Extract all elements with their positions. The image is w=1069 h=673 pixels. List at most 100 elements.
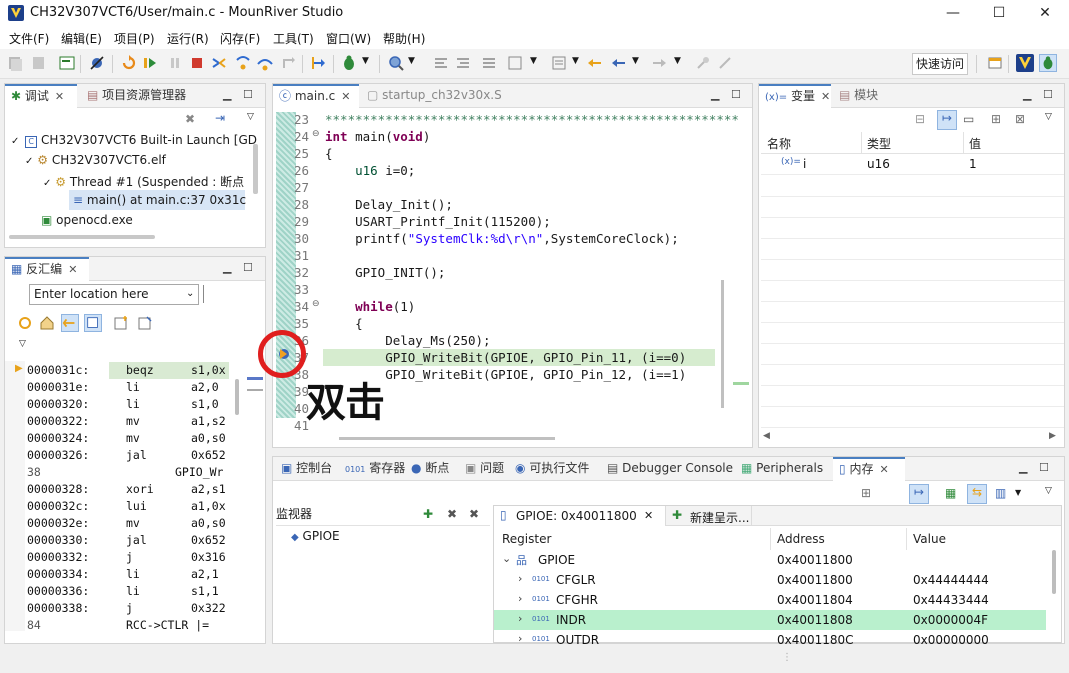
code-line[interactable]: int main(void)	[325, 129, 430, 144]
column-value[interactable]: 值	[969, 135, 981, 152]
close-tab-icon[interactable]: ✕	[821, 90, 830, 103]
memory-scrollbar[interactable]	[1052, 550, 1056, 594]
column-register[interactable]: Register	[502, 532, 551, 546]
new-view-icon[interactable]: ⊞	[991, 112, 1001, 126]
new-view-icon[interactable]	[113, 315, 129, 331]
table-layout-icon[interactable]: ▦	[945, 486, 956, 500]
register-row[interactable]: › 0101 CFGHR 0x40011804 0x44433444	[494, 590, 1046, 610]
close-tab-icon[interactable]: ✕	[644, 509, 653, 522]
disconnect-icon[interactable]	[210, 54, 228, 72]
code-line[interactable]: USART_Printf_Init(115200);	[325, 214, 551, 229]
minimize-view-icon[interactable]: ▁	[223, 261, 231, 274]
register-row[interactable]: › 0101 OUTDR 0x4001180C 0x00000000	[494, 630, 1046, 650]
code-line[interactable]: Delay_Init();	[325, 197, 453, 212]
tab-modules[interactable]: ▤ 模块	[833, 84, 903, 108]
disassembly-row[interactable]: 00000336: li s1,1	[5, 582, 233, 599]
close-tab-icon[interactable]: ✕	[341, 90, 350, 103]
format-icon[interactable]	[506, 54, 524, 72]
add-monitor-icon[interactable]: ✚	[423, 507, 433, 521]
disassembly-row[interactable]: 38 GPIO_Wr	[5, 463, 233, 480]
disassembly-row[interactable]: 00000324: mv a0,s0	[5, 429, 233, 446]
register-value[interactable]: 0x44433444	[913, 593, 989, 607]
breakpoint-icon[interactable]	[276, 346, 292, 362]
tree-item-openocd[interactable]: ▣ openocd.exe	[41, 213, 133, 227]
editor-horizontal-scrollbar[interactable]	[339, 437, 555, 440]
new-view-icon[interactable]: ⊞	[861, 486, 871, 500]
maximize-view-icon[interactable]: ☐	[243, 261, 253, 274]
back-dropdown-icon[interactable]: ▼	[632, 56, 639, 66]
close-button[interactable]: ✕	[1022, 0, 1068, 27]
skip-breakpoints-icon[interactable]	[88, 54, 106, 72]
tab-startup[interactable]: ▢ startup_ch32v30x.S	[361, 84, 511, 108]
disassembly-row[interactable]: 0000031e: li a2,0	[5, 378, 233, 395]
toggle-mark-icon[interactable]	[480, 54, 498, 72]
tab-peripherals[interactable]: ▦ Peripherals	[735, 457, 823, 481]
copy-icon[interactable]	[30, 54, 48, 72]
chevron-down-icon[interactable]: ⌄	[502, 552, 511, 565]
disassembly-row[interactable]: 00000326: jal 0x652	[5, 446, 233, 463]
maximize-view-icon[interactable]: ☐	[1043, 88, 1053, 101]
register-value[interactable]: 0x44444444	[913, 573, 989, 587]
disassembly-row[interactable]: 00000334: li a2,1	[5, 565, 233, 582]
code-line[interactable]: ****************************************…	[325, 112, 739, 127]
step-return-icon[interactable]	[280, 54, 298, 72]
debug-icon[interactable]	[340, 54, 358, 72]
disassembly-row[interactable]: 00000320: li s1,0	[5, 395, 233, 412]
restart-icon[interactable]	[120, 54, 138, 72]
collapse-all-icon[interactable]: ⊟	[915, 112, 925, 126]
menu-project[interactable]: 项目(P)	[114, 30, 155, 47]
maximize-view-icon[interactable]: ☐	[731, 88, 741, 101]
layout-dropdown-icon[interactable]: ▼	[1015, 488, 1021, 497]
suspend-icon[interactable]	[166, 54, 184, 72]
chevron-right-icon[interactable]: ›	[518, 572, 522, 585]
horizontal-scrollbar[interactable]	[9, 235, 155, 239]
disassembly-row[interactable]: 00000322: mv a1,s2	[5, 412, 233, 429]
monitor-item[interactable]: ◆ GPIOE	[291, 529, 340, 543]
location-combo[interactable]: Enter location here ⌄	[29, 284, 199, 305]
show-source-icon[interactable]	[84, 314, 102, 332]
terminate-icon[interactable]	[188, 54, 206, 72]
tab-disassembly[interactable]: ▦ 反汇编 ✕	[5, 257, 89, 281]
step-filter-icon[interactable]: ⇥	[215, 111, 225, 125]
pin-view-icon[interactable]: ⊠	[1015, 112, 1025, 126]
rendering-tab[interactable]: ▯ GPIOE: 0x40011800 ✕	[494, 506, 666, 526]
code-line[interactable]: while(1)	[325, 299, 415, 314]
tree-item-thread[interactable]: ✓ ⚙ Thread #1 (Suspended : 断点	[43, 173, 244, 190]
debug-dropdown-icon[interactable]: ▼	[362, 56, 369, 66]
close-tab-icon[interactable]: ✕	[879, 463, 888, 476]
maximize-view-icon[interactable]: ☐	[1039, 461, 1049, 474]
close-tab-icon[interactable]: ✕	[55, 90, 64, 103]
close-tab-icon[interactable]: ✕	[68, 263, 77, 276]
instruction-stepping-icon[interactable]	[310, 54, 328, 72]
link-with-editor-icon[interactable]	[61, 314, 79, 332]
column-name[interactable]: 名称	[767, 135, 791, 152]
comment-dropdown-icon[interactable]: ▼	[572, 56, 579, 66]
view-menu-icon[interactable]: ▽	[247, 112, 254, 122]
minimize-view-icon[interactable]: ▁	[1019, 461, 1027, 474]
remove-monitor-icon[interactable]: ✖	[447, 507, 457, 521]
editor-vertical-scrollbar[interactable]	[721, 280, 724, 408]
code-line[interactable]: Delay_Ms(250);	[325, 333, 490, 348]
last-edit-icon[interactable]	[586, 54, 604, 72]
link-icon[interactable]	[716, 54, 734, 72]
code-line[interactable]: u16 i=0;	[325, 163, 415, 178]
mrs-perspective-icon[interactable]	[1016, 54, 1034, 72]
menu-tools[interactable]: 工具(T)	[273, 30, 314, 47]
tab-variables[interactable]: (x)= 变量 ✕	[759, 84, 831, 108]
toggle-comment-icon[interactable]	[550, 54, 568, 72]
variable-row[interactable]: (x)= i u16 1	[761, 154, 1064, 175]
save-all-icon[interactable]	[6, 54, 24, 72]
disassembly-row[interactable]: 0000032e: mv a0,s0	[5, 514, 233, 531]
step-into-icon[interactable]	[234, 54, 252, 72]
fold-icon[interactable]: ⊖	[312, 299, 320, 309]
tab-memory[interactable]: ▯ 内存 ✕	[833, 457, 905, 481]
tab-registers[interactable]: 0101 寄存器	[339, 457, 405, 481]
register-row[interactable]: › 0101 CFGLR 0x40011800 0x44444444	[494, 570, 1046, 590]
open-perspective-icon[interactable]	[986, 54, 1004, 72]
new-rendering-tab[interactable]: ✚ 新建呈示...	[668, 506, 752, 526]
format-dropdown-icon[interactable]: ▼	[530, 56, 537, 66]
chevron-right-icon[interactable]: ›	[518, 592, 522, 605]
disassembly-row[interactable]: 0000032c: lui a1,0x	[5, 497, 233, 514]
disassembly-row[interactable]: 00000328: xori a2,s1	[5, 480, 233, 497]
minimize-view-icon[interactable]: ▁	[711, 88, 719, 101]
